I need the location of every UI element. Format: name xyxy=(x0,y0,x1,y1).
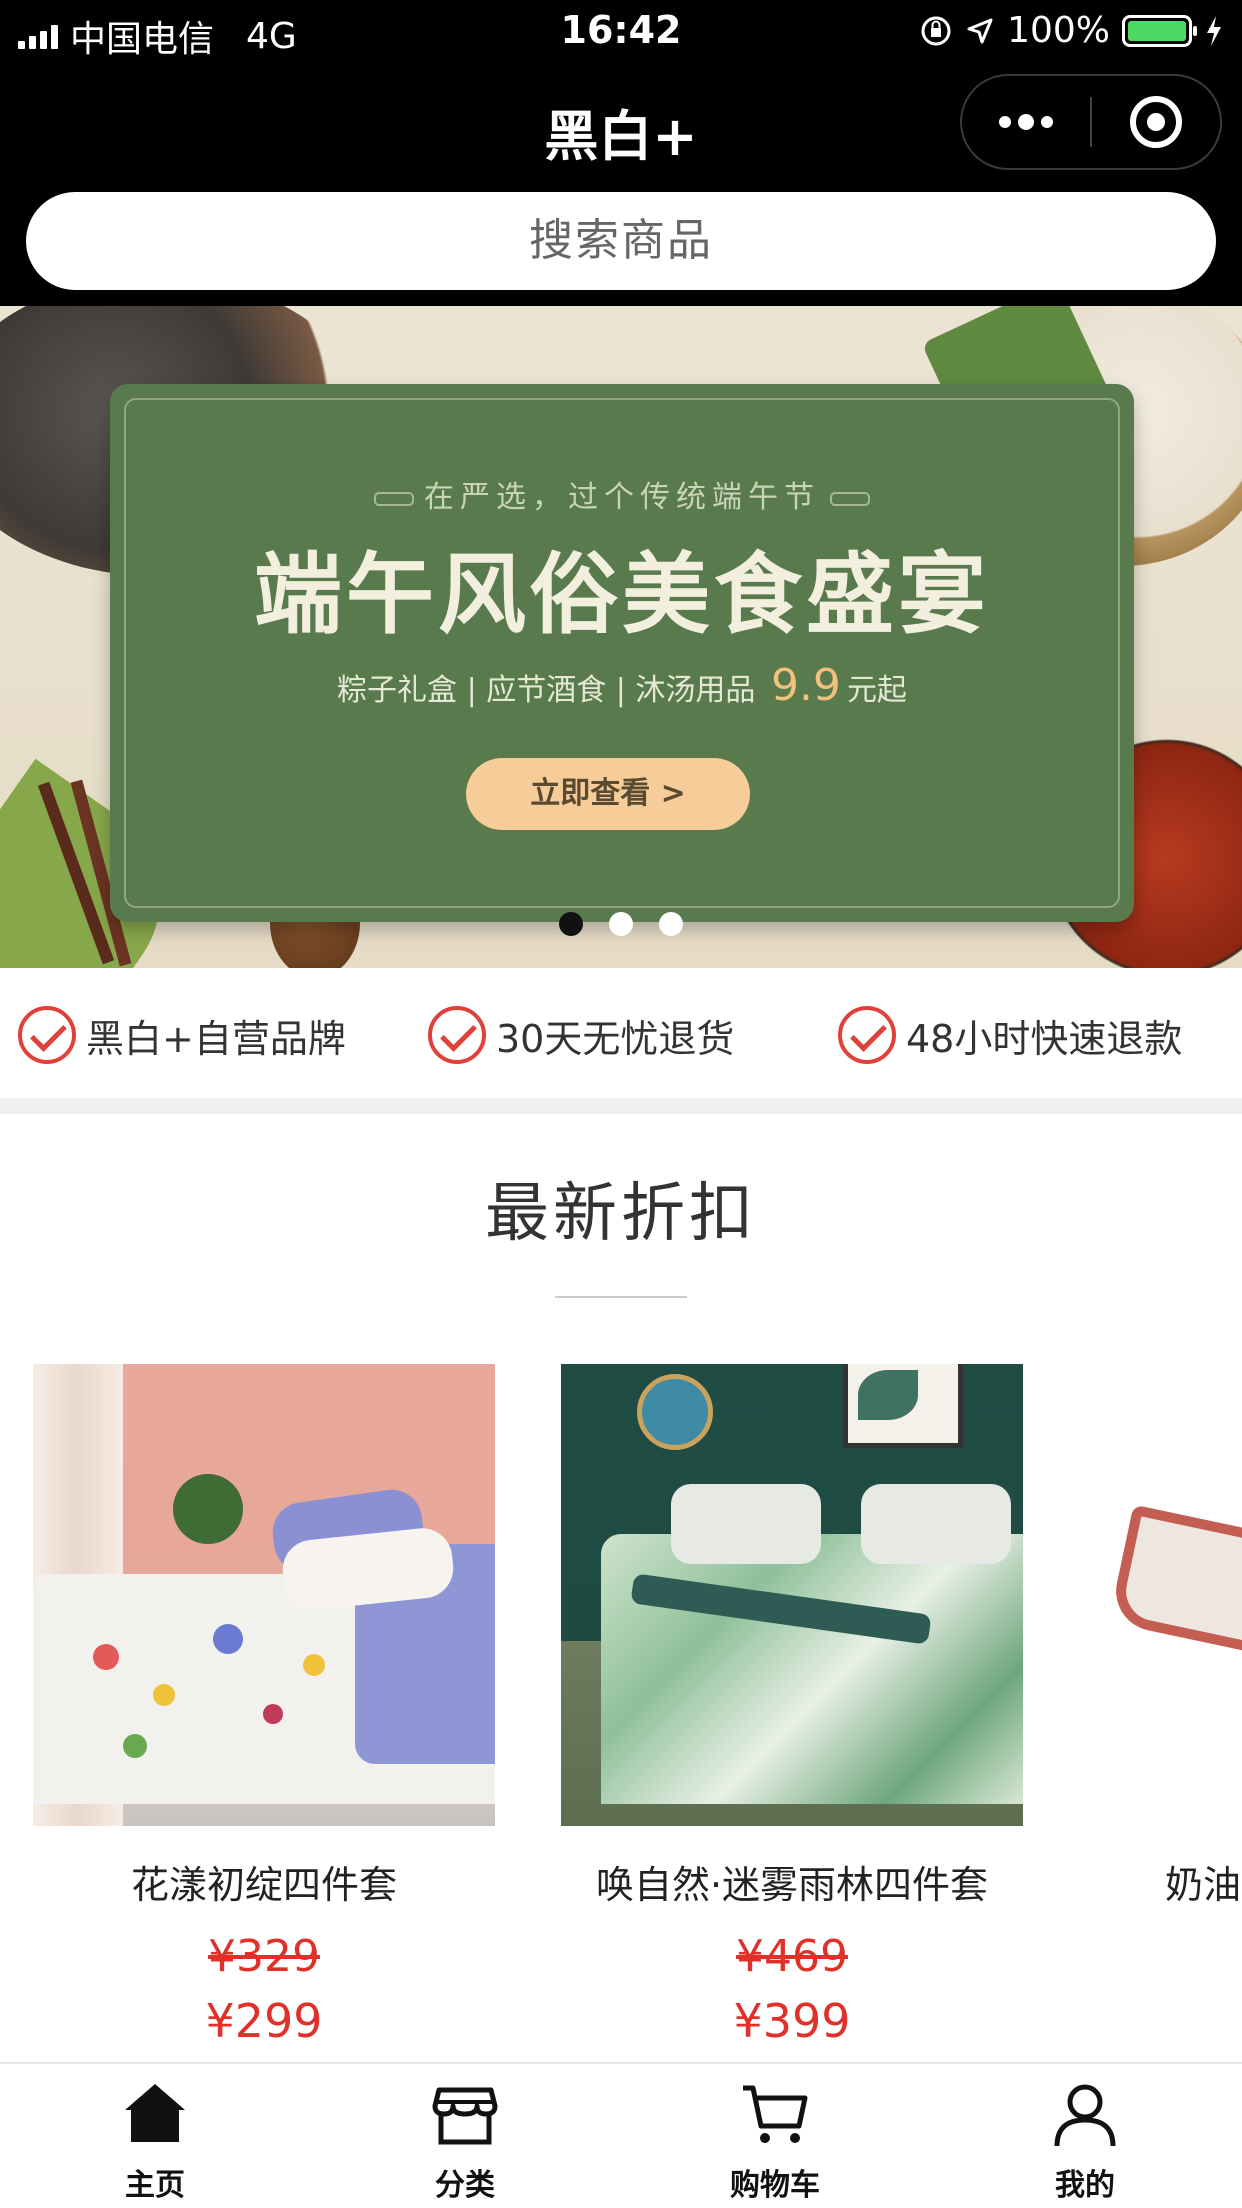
cart-icon xyxy=(743,2085,808,2143)
product-image[interactable] xyxy=(33,1364,495,1826)
banner-cta-button[interactable]: 立即查看 > xyxy=(466,758,750,830)
product-carousel[interactable]: 花漾初绽四件套 ¥329 ¥299 唤自然·迷雾雨林四件套 ¥469 ¥399 … xyxy=(0,1364,1242,2064)
product-card[interactable]: 唤自然·迷雾雨林四件套 ¥469 ¥399 xyxy=(561,1364,1023,2048)
guarantee-item: 黑白+自营品牌 xyxy=(18,1006,346,1064)
user-icon xyxy=(1054,2084,1116,2147)
charging-bolt-icon xyxy=(1207,15,1221,46)
banner-dot-2[interactable] xyxy=(609,912,633,936)
banner-card: 在严选，过个传统端午节 端午风俗美食盛宴 粽子礼盒 | 应节酒食 | 沐汤用品 … xyxy=(110,384,1134,922)
banner-subtitle-suffix: 元起 xyxy=(846,673,907,708)
check-circle-icon xyxy=(18,1006,76,1064)
product-image[interactable] xyxy=(561,1364,1023,1826)
banner-dot-3[interactable] xyxy=(659,912,683,936)
guarantee-item: 30天无忧退货 xyxy=(428,1006,734,1064)
promo-banner[interactable]: 在严选，过个传统端午节 端午风俗美食盛宴 粽子礼盒 | 应节酒食 | 沐汤用品 … xyxy=(0,306,1242,968)
search-bar: 搜索商品 xyxy=(0,190,1242,306)
battery-icon xyxy=(1122,14,1197,47)
banner-title: 端午风俗美食盛宴 xyxy=(253,542,990,646)
guarantee-strip: 黑白+自营品牌 30天无忧退货 48小时快速退款 xyxy=(0,968,1242,1098)
location-arrow-icon xyxy=(967,18,993,43)
check-circle-icon xyxy=(838,1006,896,1064)
banner-subtitle-text: 粽子礼盒 | 应节酒食 | 沐汤用品 xyxy=(337,673,756,708)
store-icon xyxy=(432,2087,498,2145)
more-dots-icon xyxy=(999,114,1053,130)
product-name: 唤自然·迷雾雨林四件套 xyxy=(595,1863,989,1907)
tab-profile[interactable]: 我的 xyxy=(930,2064,1240,2208)
product-image[interactable] xyxy=(1089,1364,1242,1826)
battery-percent: 100% xyxy=(1007,10,1110,51)
tab-label: 我的 xyxy=(1055,2168,1115,2203)
banner-dot-1[interactable] xyxy=(559,912,583,936)
banner-kicker: 在严选，过个传统端午节 xyxy=(110,472,1134,516)
tab-label: 购物车 xyxy=(730,2168,820,2203)
more-button[interactable] xyxy=(962,76,1090,168)
product-original-price: ¥469 xyxy=(736,1931,848,1982)
section-divider xyxy=(0,1098,1242,1114)
target-circle-icon xyxy=(1130,96,1182,148)
section-title: 最新折扣 xyxy=(485,1177,757,1251)
tab-label: 主页 xyxy=(125,2168,185,2203)
product-card[interactable]: 花漾初绽四件套 ¥329 ¥299 xyxy=(33,1364,495,2048)
check-circle-icon xyxy=(428,1006,486,1064)
nav-bar: 黑白+ xyxy=(0,62,1242,190)
product-name: 花漾初绽四件套 xyxy=(130,1863,397,1907)
guarantee-text: 48小时快速退款 xyxy=(906,1016,1183,1061)
product-price: ¥399 xyxy=(733,1994,851,2048)
search-input[interactable]: 搜索商品 xyxy=(26,192,1216,290)
guarantee-text: 30天无忧退货 xyxy=(496,1016,735,1061)
section-underline xyxy=(555,1296,687,1298)
banner-indicators xyxy=(0,912,1242,936)
tab-cart[interactable]: 购物车 xyxy=(620,2064,930,2208)
product-price: ¥299 xyxy=(205,1994,323,2048)
tab-home[interactable]: 主页 xyxy=(0,2064,310,2208)
guarantee-item: 48小时快速退款 xyxy=(838,1006,1182,1064)
tab-label: 分类 xyxy=(435,2168,495,2203)
guarantee-text: 黑白+自营品牌 xyxy=(86,1016,346,1061)
status-right: 100% xyxy=(919,10,1224,51)
miniprogram-capsule xyxy=(960,74,1222,170)
product-card[interactable]: 奶油 xyxy=(1089,1364,1242,1909)
tab-category[interactable]: 分类 xyxy=(310,2064,620,2208)
home-icon xyxy=(125,2084,185,2142)
close-button[interactable] xyxy=(1092,76,1220,168)
banner-subtitle-price: 9.9 xyxy=(770,660,841,711)
banner-subtitle: 粽子礼盒 | 应节酒食 | 沐汤用品 9.9 元起 xyxy=(110,660,1134,711)
status-bar: 中国电信 4G 16:42 100% xyxy=(0,0,1242,62)
product-original-price: ¥329 xyxy=(208,1931,320,1982)
product-name: 奶油 xyxy=(1165,1863,1242,1907)
orientation-lock-icon xyxy=(921,16,951,45)
tab-bar: 主页 分类 购物车 我的 xyxy=(0,2062,1242,2208)
